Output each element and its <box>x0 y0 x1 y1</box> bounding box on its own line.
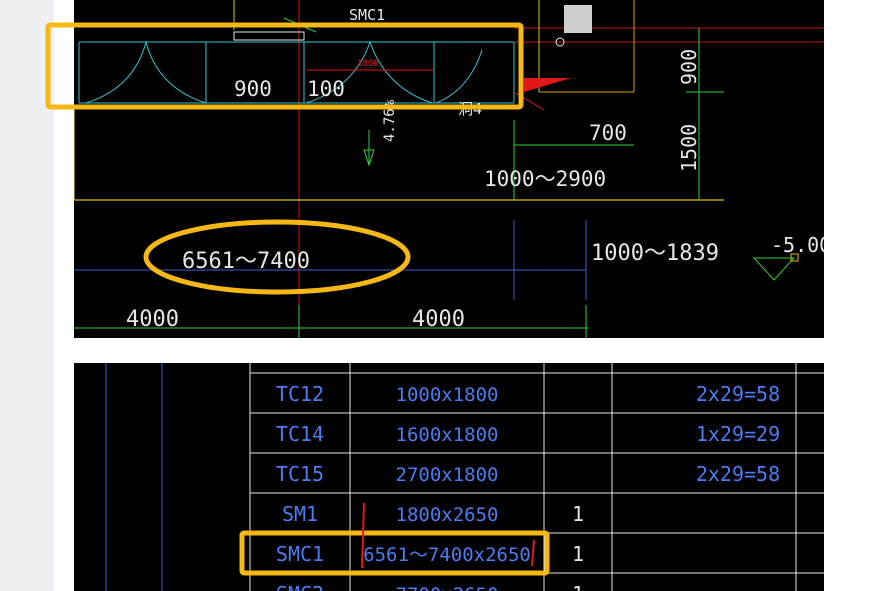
row-total-cell: 2x29=58 <box>696 462 780 486</box>
equipment-box <box>564 5 592 33</box>
row-size-cell: 7700x2650 <box>396 584 499 591</box>
door-schedule-table: TC12 1000x1800 2x29=58 TC14 1600x1800 1x29=29… <box>105 363 824 591</box>
door-leaves <box>78 40 515 104</box>
row-code-cell: TC14 <box>276 422 324 446</box>
dimension-label-vertical: 1500 <box>677 124 701 172</box>
row-qty-cell: 1 <box>572 582 584 591</box>
dimension-label: 100 <box>307 77 345 101</box>
row-code-cell: SMC2 <box>276 582 324 591</box>
leader-line <box>513 91 545 111</box>
row-code-cell: TC12 <box>276 382 324 406</box>
elevation-marker <box>752 257 796 281</box>
slope-label: 4.76% <box>382 99 398 142</box>
dimension-label-vertical: 900 <box>677 49 701 85</box>
dimension-label-small: 1800 <box>357 59 379 69</box>
leader-line <box>283 17 317 33</box>
row-total-cell: 1x29=29 <box>696 422 780 446</box>
row-size-cell: 2700x1800 <box>396 464 499 486</box>
row-total-cell: 2x29=58 <box>696 382 780 406</box>
dimension-label: 4000 <box>126 307 179 332</box>
left-gutter <box>0 0 54 591</box>
row-size-cell: 1000x1800 <box>396 384 499 406</box>
range-label: 1000～2900 <box>484 167 606 191</box>
door-tag-label: SMC1 <box>349 6 385 24</box>
row-size-cell: 1800x2650 <box>396 504 499 526</box>
door-schedule-image: TC12 1000x1800 2x29=58 TC14 1600x1800 1x29=29… <box>74 363 824 591</box>
door-frame <box>233 31 305 41</box>
range-label: 1000～1839 <box>591 241 719 266</box>
dimension-label: 900 <box>234 77 272 101</box>
cad-drawing-image: SMC1 900 100 1800 4.76% 洞4 700 1000～2900… <box>74 0 824 338</box>
elevation-label: -5.00 <box>771 233 824 257</box>
row-size-cell: 6561～7400x2650 <box>363 544 531 566</box>
row-qty-cell: 1 <box>572 542 584 566</box>
row-qty-cell: 1 <box>572 502 584 526</box>
hole-label: 洞4 <box>458 100 482 118</box>
range-label: 6561～7400 <box>182 249 310 274</box>
dimension-label: 700 <box>589 121 627 145</box>
dimension-label: 4000 <box>412 307 465 332</box>
row-code-cell: TC15 <box>276 462 324 486</box>
red-arrow-marker <box>524 78 571 92</box>
row-code-cell: SMC1 <box>276 542 324 566</box>
row-size-cell: 1600x1800 <box>396 424 499 446</box>
cad-drawing-canvas: SMC1 900 100 1800 4.76% 洞4 700 1000～2900… <box>74 0 824 338</box>
row-code-cell: SM1 <box>282 502 318 526</box>
